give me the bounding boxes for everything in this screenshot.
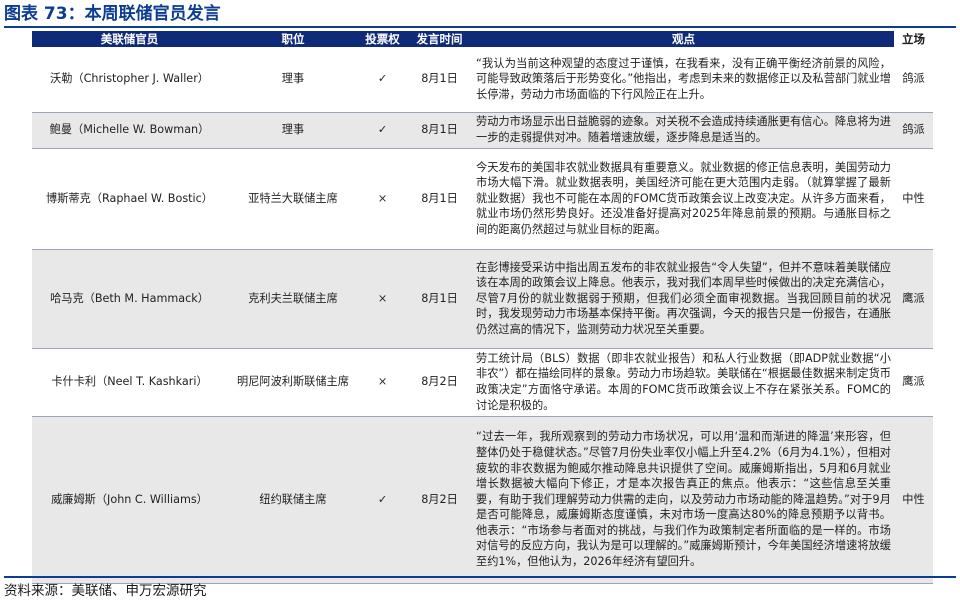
header-position: 职位: [227, 31, 359, 47]
stance-label: 中性: [894, 148, 933, 250]
table-header-row: 美联储官员 职位 投票权 发言时间 观点 立场: [32, 31, 933, 47]
opinion-text: 今天发布的美国非农就业数据具有重要意义。就业数据的修正信息表明，美国劳动力市场大…: [473, 148, 894, 250]
official-position: 理事: [227, 112, 359, 149]
table-row: 沃勒（Christopher J. Waller） 理事 ✓ 8月1日 “我认为…: [32, 47, 933, 113]
official-name: 哈马克（Beth M. Hammack）: [32, 249, 227, 349]
table-row: 威廉姆斯（John C. Williams） 纽约联储主席 ✓ 8月2日 “过去…: [32, 416, 933, 584]
vote-mark: ×: [359, 148, 406, 250]
speech-date: 8月1日: [406, 112, 473, 149]
stance-label: 鸽派: [894, 112, 933, 149]
stance-label: 鹰派: [894, 348, 933, 417]
header-vote: 投票权: [359, 31, 406, 47]
official-name: 卡什卡利（Neel T. Kashkari）: [32, 348, 227, 417]
speech-date: 8月2日: [406, 348, 473, 417]
stance-label: 鹰派: [894, 249, 933, 349]
stance-label: 中性: [894, 416, 933, 584]
official-position: 理事: [227, 47, 359, 113]
vote-mark: ✓: [359, 47, 406, 113]
stance-label: 鸽派: [894, 47, 933, 113]
opinion-text: 在彭博接受采访中指出周五发布的非农就业报告“令人失望”，但并不意味着美联储应该在…: [473, 249, 894, 349]
speech-date: 8月1日: [406, 47, 473, 113]
official-position: 纽约联储主席: [227, 416, 359, 584]
figure-title: 图表 73：本周联储官员发言: [4, 2, 956, 28]
fed-speeches-table: 美联储官员 职位 投票权 发言时间 观点 立场 沃勒（Christopher J…: [32, 31, 933, 584]
opinion-text: “过去一年，我所观察到的劳动力市场状况，可以用‘温和而渐进的降温’来形容，但整体…: [473, 416, 894, 584]
header-official: 美联储官员: [32, 31, 227, 47]
speech-date: 8月1日: [406, 148, 473, 250]
table-row: 博斯蒂克（Raphael W. Bostic） 亚特兰大联储主席 × 8月1日 …: [32, 148, 933, 250]
opinion-text: “我认为当前这种观望的态度过于谨慎，在我看来，没有正确平衡经济前景的风险，可能导…: [473, 47, 894, 113]
official-position: 克利夫兰联储主席: [227, 249, 359, 349]
official-position: 明尼阿波利斯联储主席: [227, 348, 359, 417]
opinion-text: 劳动力市场显示出日益脆弱的迹象。对关税不会造成持续通胀更有信心。降息将为进一步的…: [473, 112, 894, 149]
header-date: 发言时间: [406, 31, 473, 47]
opinion-text: 劳工统计局（BLS）数据（即非农就业报告）和私人行业数据（即ADP就业数据“小非…: [473, 348, 894, 417]
official-name: 博斯蒂克（Raphael W. Bostic）: [32, 148, 227, 250]
table-row: 哈马克（Beth M. Hammack） 克利夫兰联储主席 × 8月1日 在彭博…: [32, 249, 933, 349]
speech-date: 8月1日: [406, 249, 473, 349]
vote-mark: ✓: [359, 416, 406, 584]
vote-mark: ×: [359, 249, 406, 349]
speech-date: 8月2日: [406, 416, 473, 584]
header-stance: 立场: [894, 31, 933, 47]
vote-mark: ×: [359, 348, 406, 417]
official-name: 威廉姆斯（John C. Williams）: [32, 416, 227, 584]
vote-mark: ✓: [359, 112, 406, 149]
official-position: 亚特兰大联储主席: [227, 148, 359, 250]
source-note: 资料来源：美联储、申万宏源研究: [4, 576, 956, 604]
official-name: 沃勒（Christopher J. Waller）: [32, 47, 227, 113]
table-row: 卡什卡利（Neel T. Kashkari） 明尼阿波利斯联储主席 × 8月2日…: [32, 348, 933, 417]
official-name: 鲍曼（Michelle W. Bowman）: [32, 112, 227, 149]
header-opinion: 观点: [473, 31, 894, 47]
table-row: 鲍曼（Michelle W. Bowman） 理事 ✓ 8月1日 劳动力市场显示…: [32, 112, 933, 149]
